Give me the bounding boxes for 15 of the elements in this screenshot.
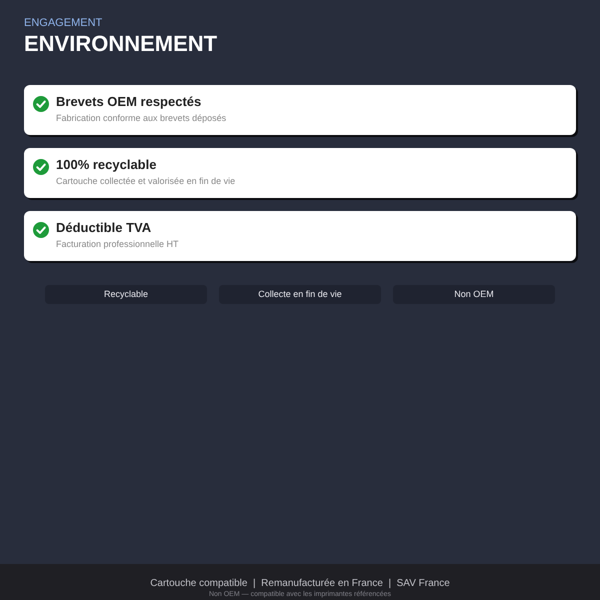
tag-chip: Collecte en fin de vie (219, 285, 381, 304)
check-circle-icon (33, 96, 49, 112)
section-eyebrow: ENGAGEMENT (24, 17, 104, 30)
check-circle-icon (33, 159, 49, 175)
feature-description: Cartouche collectée et valorisée en fin de vie (56, 175, 236, 187)
feature-title: Brevets OEM respectés (56, 94, 202, 110)
feature-title: 100% recyclable (56, 157, 158, 173)
feature-title: Déductible TVA (56, 220, 152, 236)
tag-chip: Recyclable (45, 285, 207, 304)
tag-chip: Non OEM (393, 285, 555, 304)
feature-description: Fabrication conforme aux brevets déposés (56, 112, 226, 124)
feature-description: Facturation professionnelle HT (56, 238, 179, 250)
check-circle-icon (33, 222, 49, 238)
page-title: ENVIRONNEMENT (24, 31, 218, 57)
footer-links: Cartouche compatible | Remanufacturée en France | SAV France (150, 578, 450, 590)
